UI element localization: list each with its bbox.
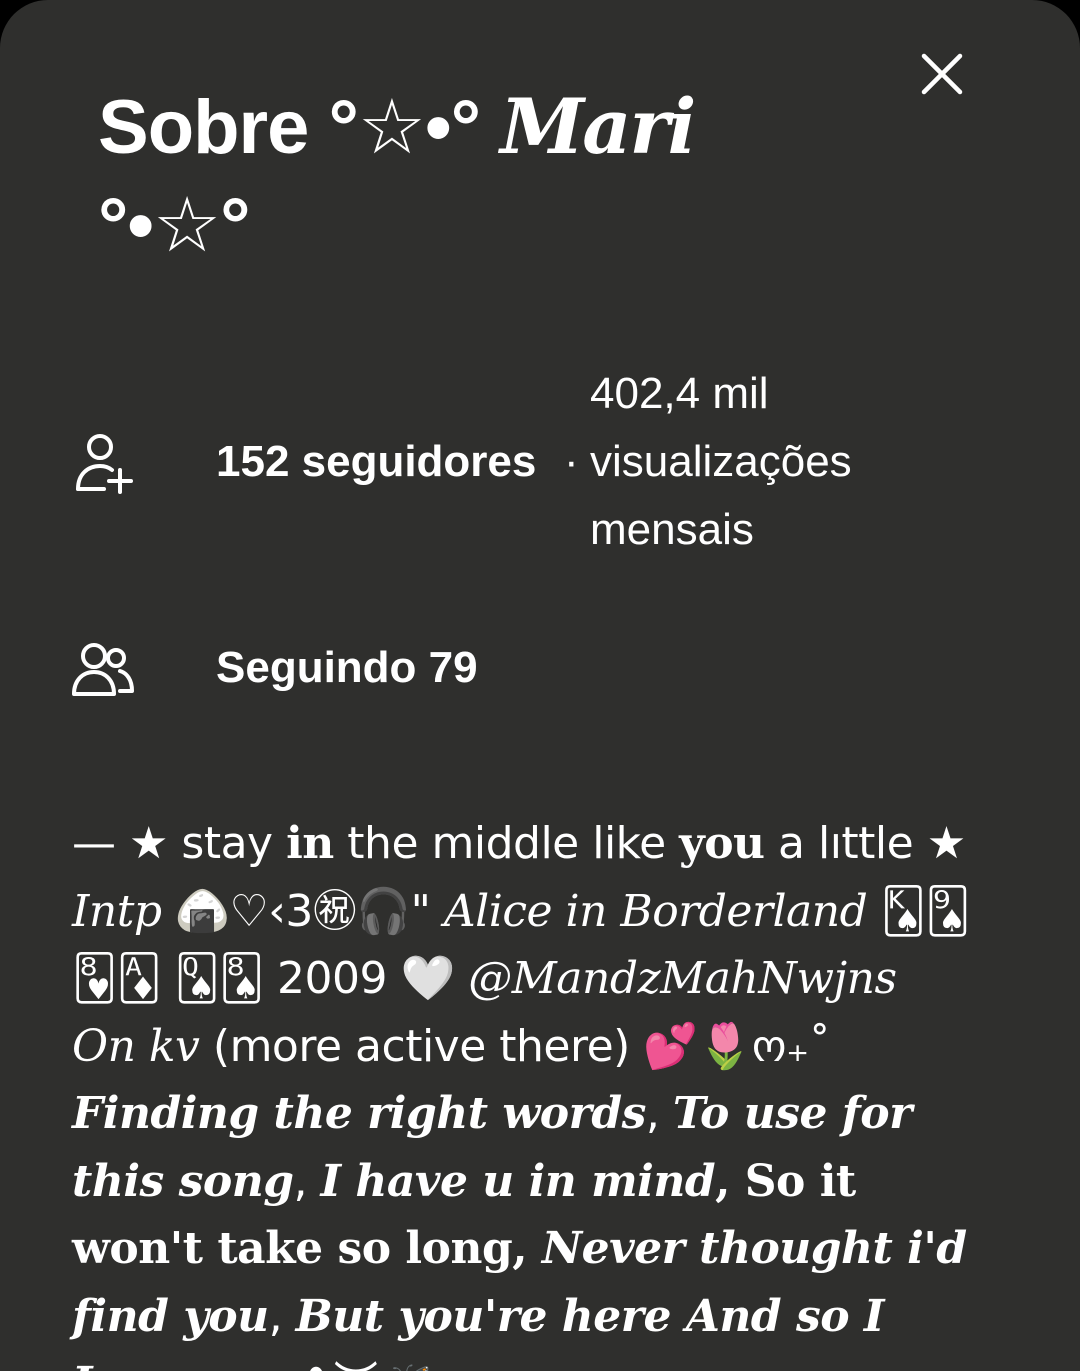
views-line-1: 402,4 mil xyxy=(590,369,769,418)
views-line-3: mensais xyxy=(590,505,754,554)
close-icon xyxy=(921,53,963,95)
add-person-icon xyxy=(76,434,133,494)
monthly-views: · 402,4 mil visualizações mensais xyxy=(564,360,930,564)
about-sheet: Sobre °☆•° Mari °•☆° 152 seguidores · 40… xyxy=(0,0,1080,1371)
followers-count: 152 seguidores xyxy=(216,437,537,486)
stat-separator: · xyxy=(564,437,579,486)
title-prefix: Sobre °☆•° xyxy=(98,85,501,170)
following-count: Seguindo 79 xyxy=(216,643,478,692)
page-title: Sobre °☆•° Mari °•☆° xyxy=(98,78,918,275)
people-icon xyxy=(72,643,134,696)
title-name: Mari xyxy=(500,82,696,171)
close-button[interactable] xyxy=(912,44,972,104)
views-line-2: visualizações xyxy=(590,437,852,486)
title-suffix: °•☆° xyxy=(98,183,251,268)
bio-text: — ★ stay in the middle like you a lıttle… xyxy=(72,818,970,1371)
